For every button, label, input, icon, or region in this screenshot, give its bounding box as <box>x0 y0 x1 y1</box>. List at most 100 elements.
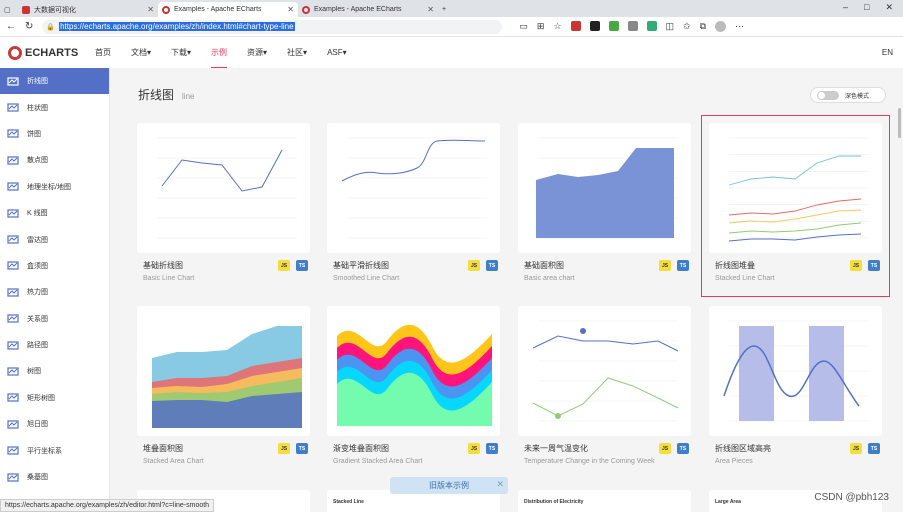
site-nav: ECHARTS 首页 文档▾ 下载▾ 示例 资源▾ 社区▾ ASF▾ EN <box>0 37 903 69</box>
ts-badge[interactable]: TS <box>486 260 498 271</box>
js-badge[interactable]: JS <box>468 260 480 271</box>
example-card[interactable]: 基础折线图Basic Line ChartJSTS <box>137 123 310 282</box>
sidebar-item[interactable]: K 线图 <box>0 200 109 226</box>
extension-icon[interactable] <box>590 21 600 31</box>
example-thumbnail[interactable] <box>518 306 691 436</box>
sidebar-item[interactable]: 平行坐标系 <box>0 437 109 463</box>
nav-home[interactable]: 首页 <box>95 37 111 69</box>
ts-badge[interactable]: TS <box>486 443 498 454</box>
nav-asf[interactable]: ASF▾ <box>327 37 347 69</box>
split-icon[interactable]: ◫ <box>666 21 675 32</box>
example-card[interactable]: 堆叠面积图Stacked Area ChartJSTS <box>137 306 310 465</box>
js-badge[interactable]: JS <box>850 443 862 454</box>
example-thumbnail[interactable]: Stacked Line <box>327 490 500 520</box>
sidebar-item[interactable]: 雷达图 <box>0 226 109 252</box>
sidebar-item[interactable]: 树图 <box>0 358 109 384</box>
ts-badge[interactable]: TS <box>677 443 689 454</box>
new-tab-button[interactable]: + <box>438 2 454 17</box>
example-card[interactable]: 基础面积图Basic area chartJSTS <box>518 123 691 282</box>
old-examples-banner[interactable]: 旧版本示例 ✕ <box>390 477 508 494</box>
url-bar[interactable]: 🔒 https://echarts.apache.org/examples/zh… <box>42 20 502 34</box>
sidebar-item[interactable]: 折线图 <box>0 68 109 94</box>
refresh-icon[interactable]: ↻ <box>25 21 33 32</box>
nav-download[interactable]: 下载▾ <box>171 37 191 69</box>
js-badge[interactable]: JS <box>468 443 480 454</box>
close-tab-icon[interactable]: ✕ <box>427 5 434 14</box>
example-thumbnail[interactable] <box>327 123 500 253</box>
selected-card-highlight <box>701 115 890 297</box>
example-thumbnail[interactable] <box>709 306 882 436</box>
example-thumbnail[interactable] <box>137 306 310 436</box>
status-bar-url: https://echarts.apache.org/examples/zh/e… <box>0 499 214 512</box>
minimize-button[interactable]: – <box>843 2 848 13</box>
close-tab-icon[interactable]: ✕ <box>287 5 294 14</box>
browser-tab-0[interactable]: 大数据可视化 ✕ <box>18 2 158 17</box>
sidebar-item[interactable]: 桑基图 <box>0 464 109 490</box>
close-window-button[interactable]: ✕ <box>885 2 893 13</box>
echarts-logo[interactable]: ECHARTS <box>0 46 95 60</box>
browser-tab-1[interactable]: Examples - Apache ECharts ✕ <box>158 2 298 17</box>
candlestick-icon <box>7 209 19 218</box>
sidebar-item-label: 柱状图 <box>27 103 48 113</box>
example-card[interactable]: 渐变堆叠面积图Gradient Stacked Area ChartJSTS <box>327 306 500 465</box>
sidebar-item-label: 关系图 <box>27 314 48 324</box>
echarts-favicon-icon <box>162 6 170 14</box>
js-badge[interactable]: JS <box>659 443 671 454</box>
example-subtitle: Basic area chart <box>524 275 691 282</box>
sidebar-item[interactable]: 散点图 <box>0 147 109 173</box>
code-badges: JS TS <box>659 260 689 271</box>
js-badge[interactable]: JS <box>659 260 671 271</box>
example-subtitle: Gradient Stacked Area Chart <box>333 458 500 465</box>
favorites-icon[interactable]: ✩ <box>683 21 691 32</box>
extension-icon[interactable] <box>609 21 619 31</box>
sidebar-item[interactable]: 饼图 <box>0 121 109 147</box>
browser-tab-2[interactable]: Examples - Apache ECharts ✕ <box>298 2 438 17</box>
back-icon[interactable]: ← <box>6 21 16 32</box>
sidebar-item[interactable]: 柱状图 <box>0 94 109 120</box>
profile-avatar[interactable] <box>715 21 726 32</box>
address-toolbar: ← ↻ 🔒 https://echarts.apache.org/example… <box>0 17 903 37</box>
toggle-switch[interactable] <box>817 91 839 100</box>
example-thumbnail[interactable]: Distribution of Electricity <box>518 490 691 520</box>
ts-badge[interactable]: TS <box>868 443 880 454</box>
sidebar-item[interactable]: 盒须图 <box>0 253 109 279</box>
example-card[interactable]: 未来一周气温变化Temperature Change in the Coming… <box>518 306 691 465</box>
more-icon[interactable]: ⋯ <box>735 21 744 32</box>
close-tab-icon[interactable]: ✕ <box>147 5 154 14</box>
sidebar-item-label: 饼图 <box>27 129 41 139</box>
extension-icon[interactable] <box>628 21 638 31</box>
sidebar-item[interactable]: 路径图 <box>0 332 109 358</box>
sidebar-item[interactable]: 矩形树图 <box>0 385 109 411</box>
ts-badge[interactable]: TS <box>677 260 689 271</box>
example-thumbnail[interactable] <box>518 123 691 253</box>
example-thumbnail[interactable] <box>137 123 310 253</box>
example-card[interactable]: 折线图区域高亮Area PiecesJSTS <box>709 306 882 465</box>
nav-examples[interactable]: 示例 <box>211 37 227 69</box>
collections-icon[interactable]: ⧉ <box>700 21 706 32</box>
qr-icon[interactable]: ⊞ <box>537 21 545 32</box>
star-icon[interactable]: ☆ <box>553 21 561 32</box>
sidebar-item[interactable]: 旭日图 <box>0 411 109 437</box>
js-badge[interactable]: JS <box>278 443 290 454</box>
sidebar-item[interactable]: 关系图 <box>0 306 109 332</box>
reader-icon[interactable]: ▭ <box>519 21 528 32</box>
nav-docs[interactable]: 文档▾ <box>131 37 151 69</box>
sidebar-item[interactable]: 热力图 <box>0 279 109 305</box>
example-thumbnail[interactable] <box>327 306 500 436</box>
page-scrollbar[interactable] <box>898 108 901 138</box>
ts-badge[interactable]: TS <box>296 260 308 271</box>
extension-icon[interactable] <box>647 21 657 31</box>
dark-mode-toggle[interactable]: 深色模式 <box>810 87 886 103</box>
extension-icon[interactable] <box>571 21 581 31</box>
nav-resources[interactable]: 资源▾ <box>247 37 267 69</box>
example-card[interactable]: 基础平滑折线图Smoothed Line ChartJSTS <box>327 123 500 282</box>
close-banner-icon[interactable]: ✕ <box>496 479 504 490</box>
sidebar-item[interactable]: 地理坐标/地图 <box>0 174 109 200</box>
tab-actions-icon[interactable]: ▢ <box>0 2 18 17</box>
url-text[interactable]: https://echarts.apache.org/examples/zh/i… <box>59 22 294 31</box>
maximize-button[interactable]: □ <box>864 2 869 13</box>
nav-community[interactable]: 社区▾ <box>287 37 307 69</box>
language-switch[interactable]: EN <box>882 48 893 57</box>
ts-badge[interactable]: TS <box>296 443 308 454</box>
js-badge[interactable]: JS <box>278 260 290 271</box>
